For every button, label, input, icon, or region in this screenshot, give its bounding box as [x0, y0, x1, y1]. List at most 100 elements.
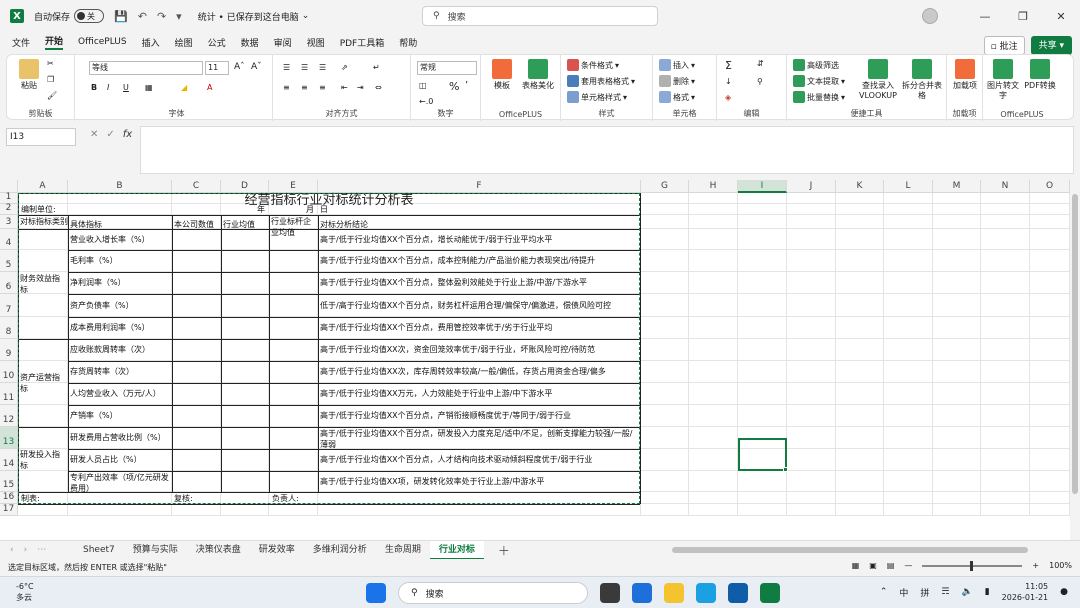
- align-center-icon[interactable]: ≡: [301, 83, 308, 92]
- table-beautify-button[interactable]: 表格美化: [519, 59, 557, 91]
- horizontal-scrollbar[interactable]: [672, 547, 1028, 553]
- prev-sheet-icon[interactable]: ‹: [10, 545, 14, 555]
- pdf-convert-button[interactable]: PDF转换: [1023, 59, 1057, 91]
- task-view-icon[interactable]: [600, 583, 620, 603]
- row-header-2[interactable]: 2: [0, 203, 18, 215]
- add-sheet-button[interactable]: ＋: [498, 542, 510, 559]
- template-button[interactable]: 模板: [487, 59, 517, 91]
- font-color-icon[interactable]: A: [207, 83, 212, 92]
- row-header-9[interactable]: 9: [0, 339, 18, 361]
- fill-color-icon[interactable]: ◢: [181, 83, 187, 92]
- weather-widget[interactable]: -6°C 多云: [16, 581, 34, 603]
- name-box[interactable]: I13: [6, 128, 76, 146]
- copy-icon[interactable]: ❐: [47, 75, 54, 84]
- vlookup-button[interactable]: 查找录入 VLOOKUP: [857, 59, 899, 101]
- text-extract-button[interactable]: 文本提取 ▾: [793, 75, 845, 87]
- italic-button[interactable]: I: [107, 83, 109, 92]
- column-header-C[interactable]: C: [172, 180, 221, 193]
- cancel-entry-icon[interactable]: ✕: [90, 129, 98, 140]
- column-header-L[interactable]: L: [884, 180, 933, 193]
- zoom-level[interactable]: 100%: [1049, 561, 1072, 570]
- autosave-toggle[interactable]: 关: [74, 9, 105, 23]
- sheet-tab-6[interactable]: 行业对标: [429, 540, 484, 560]
- insert-cells-button[interactable]: 插入 ▾: [659, 59, 695, 71]
- column-header-D[interactable]: D: [221, 180, 269, 193]
- format-painter-icon[interactable]: 🖌: [47, 91, 57, 100]
- indent-increase-icon[interactable]: ⇥: [357, 83, 364, 92]
- save-icon[interactable]: 💾: [114, 10, 128, 23]
- column-header-N[interactable]: N: [981, 180, 1030, 193]
- column-header-F[interactable]: F: [318, 180, 641, 193]
- merge-center-icon[interactable]: ⇔: [375, 83, 382, 92]
- tab-3[interactable]: 插入: [142, 36, 160, 49]
- align-right-icon[interactable]: ≡: [319, 83, 326, 92]
- notification-icon[interactable]: ●: [1060, 587, 1068, 597]
- row-header-17[interactable]: 17: [0, 504, 18, 516]
- fx-icon[interactable]: fx: [123, 129, 132, 140]
- paste-button[interactable]: 粘贴: [15, 59, 43, 91]
- bold-button[interactable]: B: [91, 83, 97, 92]
- taskbar-search[interactable]: ⚲ 搜索: [398, 582, 588, 604]
- currency-icon[interactable]: ◫: [419, 81, 427, 90]
- cut-icon[interactable]: ✂: [47, 59, 54, 68]
- customize-qat-icon[interactable]: ▾: [176, 10, 182, 23]
- outlook-icon[interactable]: [728, 583, 748, 603]
- spreadsheet-grid[interactable]: A B C D E F G H I J K L M N O 1 2 3 4 5 6 7 8 9 10 11 12 13 14 15 16 17…: [0, 180, 1080, 540]
- minimize-button[interactable]: —: [966, 10, 1004, 23]
- search-input[interactable]: ⚲ 搜索: [422, 6, 658, 26]
- selected-cell-i13[interactable]: [738, 438, 787, 471]
- clear-icon[interactable]: ◈: [725, 93, 731, 102]
- edge-icon[interactable]: [696, 583, 716, 603]
- sheet-tab-4[interactable]: 多维利润分析: [304, 541, 376, 560]
- tab-10[interactable]: 帮助: [399, 36, 417, 49]
- row-header-7[interactable]: 7: [0, 294, 18, 317]
- tab-8[interactable]: 视图: [307, 36, 325, 49]
- format-cells-button[interactable]: 格式 ▾: [659, 91, 695, 103]
- zoom-in-icon[interactable]: +: [1032, 561, 1039, 570]
- copilot-icon[interactable]: [632, 583, 652, 603]
- sheet-tab-3[interactable]: 研发效率: [250, 541, 304, 560]
- confirm-entry-icon[interactable]: ✓: [106, 129, 114, 140]
- column-header-K[interactable]: K: [836, 180, 884, 193]
- fill-handle[interactable]: [783, 467, 788, 472]
- row-header-5[interactable]: 5: [0, 250, 18, 272]
- restore-button[interactable]: ❐: [1004, 10, 1042, 23]
- find-icon[interactable]: ⚲: [757, 77, 763, 86]
- next-sheet-icon[interactable]: ›: [24, 545, 28, 555]
- tab-0[interactable]: 文件: [12, 36, 30, 49]
- avatar[interactable]: [922, 8, 938, 24]
- fill-icon[interactable]: ↓: [725, 77, 732, 86]
- file-explorer-icon[interactable]: [664, 583, 684, 603]
- column-header-J[interactable]: J: [787, 180, 836, 193]
- volume-icon[interactable]: 🔈: [961, 587, 972, 597]
- comment-button[interactable]: ▫ 批注: [983, 36, 1025, 55]
- page-layout-icon[interactable]: ▣: [869, 561, 877, 570]
- share-button[interactable]: 共享 ▾: [1030, 36, 1072, 55]
- column-header-M[interactable]: M: [933, 180, 981, 193]
- increase-font-icon[interactable]: Aˆ: [234, 62, 245, 72]
- row-header-13[interactable]: 13: [0, 427, 18, 449]
- column-header-I[interactable]: I: [738, 180, 787, 193]
- zoom-slider[interactable]: [922, 560, 1023, 571]
- advanced-filter-button[interactable]: 高级筛选: [793, 59, 839, 71]
- align-middle-icon[interactable]: ☰: [301, 63, 308, 72]
- addin-button[interactable]: 加载项: [951, 59, 979, 91]
- border-icon[interactable]: ▦: [145, 83, 153, 92]
- row-header-3[interactable]: 3: [0, 215, 18, 229]
- tray-chevron-icon[interactable]: ⌃: [880, 587, 888, 597]
- cell-styles-button[interactable]: 单元格样式 ▾: [567, 91, 627, 103]
- column-header-G[interactable]: G: [641, 180, 689, 193]
- row-header-15[interactable]: 15: [0, 471, 18, 492]
- row-header-12[interactable]: 12: [0, 405, 18, 427]
- align-left-icon[interactable]: ≡: [283, 83, 290, 92]
- ime-pinyin[interactable]: 拼: [920, 586, 929, 599]
- close-button[interactable]: ✕: [1042, 10, 1080, 23]
- row-header-6[interactable]: 6: [0, 272, 18, 294]
- sheet-tab-5[interactable]: 生命周期: [376, 541, 430, 560]
- undo-icon[interactable]: ↶: [138, 10, 147, 23]
- tab-2[interactable]: OfficePLUS: [78, 37, 127, 47]
- font-size-select[interactable]: 11: [205, 61, 229, 75]
- column-header-O[interactable]: O: [1030, 180, 1070, 193]
- vertical-scroll-thumb[interactable]: [1072, 194, 1078, 494]
- more-sheets-icon[interactable]: ⋯: [37, 545, 46, 555]
